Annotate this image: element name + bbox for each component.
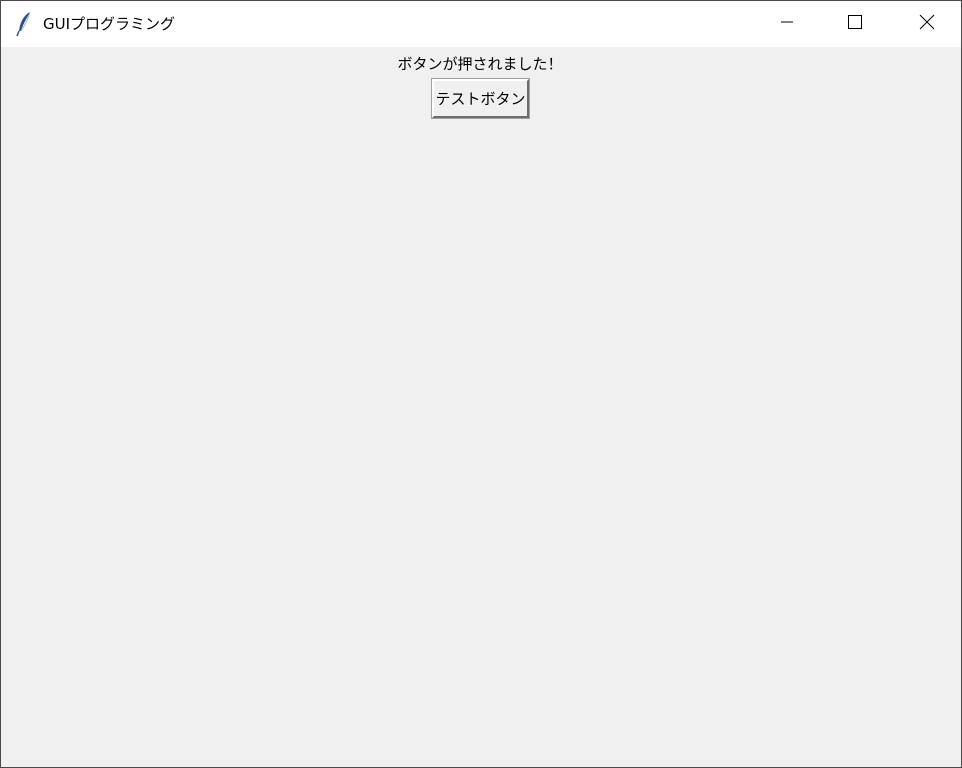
- minimize-button[interactable]: [753, 1, 821, 47]
- test-button[interactable]: テストボタン: [431, 78, 530, 119]
- feather-icon: [15, 11, 35, 37]
- close-button[interactable]: [893, 1, 961, 47]
- maximize-button[interactable]: [821, 1, 889, 47]
- status-label: ボタンが押されました！: [397, 55, 563, 73]
- minimize-icon: [779, 14, 795, 34]
- maximize-icon: [847, 14, 863, 34]
- main-content: ボタンが押されました！ テストボタン: [1, 47, 961, 767]
- app-window: GUIプログラミング ボタンが押されました！ テストボタン: [0, 0, 962, 768]
- close-icon: [919, 14, 935, 34]
- window-title: GUIプログラミング: [43, 15, 176, 33]
- title-bar[interactable]: GUIプログラミング: [1, 1, 961, 47]
